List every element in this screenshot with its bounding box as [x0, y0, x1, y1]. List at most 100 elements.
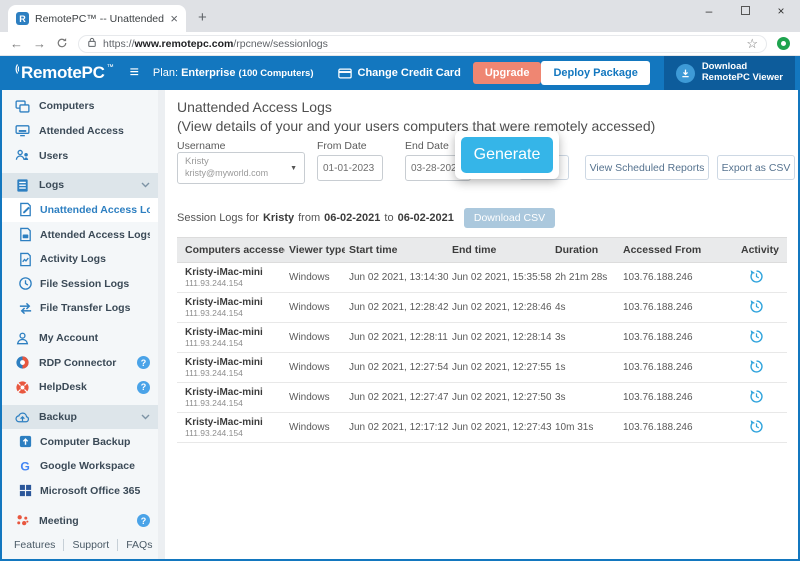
- window-maximize-button[interactable]: [736, 4, 754, 18]
- duration: 3s: [551, 383, 619, 413]
- activity-history-icon[interactable]: [749, 389, 764, 404]
- activity-history-icon[interactable]: [749, 329, 764, 344]
- sidebar-item-computers[interactable]: Computers: [2, 94, 158, 119]
- computer-name: Kristy-iMac-mini: [185, 357, 281, 368]
- sidebar-item-meeting[interactable]: Meeting ?: [2, 508, 158, 533]
- browser-tab[interactable]: R RemotePC™ -- Unattended Acce ×: [8, 5, 186, 32]
- footer-link-support[interactable]: Support: [64, 539, 118, 551]
- computer-ip: 111.93.244.154: [185, 428, 281, 438]
- session-summary: Session Logs for Kristy from 06-02-2021 …: [177, 208, 786, 228]
- download-viewer-button[interactable]: DownloadRemotePC Viewer: [664, 56, 795, 90]
- sidebar-item-attended-access[interactable]: Attended Access: [2, 119, 158, 144]
- reload-icon[interactable]: [56, 37, 68, 51]
- activity-history-icon[interactable]: [749, 359, 764, 374]
- helpdesk-icon: [15, 380, 30, 395]
- table-row[interactable]: Kristy-iMac-mini 111.93.244.154 Windows …: [177, 353, 787, 383]
- log-filter-form: Username Kristy kristy@myworld.com ▼ Fro…: [177, 140, 786, 198]
- start-time: Jun 02 2021, 12:28:11: [345, 323, 448, 353]
- sidebar-item-file-transfer-logs[interactable]: File Transfer Logs: [2, 296, 158, 321]
- sidebar-item-rdp-connector[interactable]: RDP Connector ?: [2, 350, 158, 375]
- sidebar-item-attended-access-logs[interactable]: Attended Access Logs: [2, 222, 158, 247]
- download-icon: [676, 64, 695, 83]
- deploy-package-button[interactable]: Deploy Package: [541, 61, 649, 85]
- help-icon[interactable]: ?: [137, 381, 150, 394]
- username-label: Username: [177, 140, 225, 152]
- duration: 3s: [551, 323, 619, 353]
- username-select[interactable]: Kristy kristy@myworld.com ▼: [177, 152, 305, 184]
- sidebar-item-file-session-logs[interactable]: File Session Logs: [2, 271, 158, 296]
- viewer-type: Windows: [285, 353, 345, 383]
- computer-ip: 111.93.244.154: [185, 278, 281, 288]
- col-activity: Activity: [737, 238, 787, 263]
- sidebar-item-helpdesk[interactable]: HelpDesk ?: [2, 375, 158, 400]
- table-row[interactable]: Kristy-iMac-mini 111.93.244.154 Windows …: [177, 323, 787, 353]
- computer-ip: 111.93.244.154: [185, 368, 281, 378]
- accessed-from: 103.76.188.246: [619, 413, 737, 443]
- generate-button[interactable]: Generate: [461, 137, 553, 173]
- start-time: Jun 02 2021, 12:17:12: [345, 413, 448, 443]
- sidebar: Computers Attended Access Users Logs Una…: [2, 90, 158, 559]
- sidebar-divider: [158, 90, 165, 559]
- end-time: Jun 02 2021, 12:27:55: [448, 353, 551, 383]
- computer-name: Kristy-iMac-mini: [185, 327, 281, 338]
- help-icon[interactable]: ?: [137, 514, 150, 527]
- tab-close-icon[interactable]: ×: [170, 12, 178, 25]
- lock-icon: [87, 37, 97, 51]
- sidebar-item-unattended-access-logs[interactable]: Unattended Access Logs: [2, 198, 158, 223]
- svg-text:G: G: [20, 460, 29, 474]
- sidebar-item-microsoft-office-365[interactable]: Microsoft Office 365: [2, 479, 158, 504]
- sidebar-item-computer-backup[interactable]: Computer Backup: [2, 429, 158, 454]
- window-minimize-button[interactable]: –: [700, 4, 718, 18]
- footer-link-faqs[interactable]: FAQs: [118, 539, 158, 551]
- menu-icon[interactable]: ≡: [130, 64, 139, 82]
- help-icon[interactable]: ?: [137, 356, 150, 369]
- end-date-label: End Date: [405, 140, 449, 152]
- new-tab-button[interactable]: +: [198, 9, 207, 26]
- table-row[interactable]: Kristy-iMac-mini 111.93.244.154 Windows …: [177, 293, 787, 323]
- activity-history-icon[interactable]: [749, 299, 764, 314]
- logs-icon: [15, 178, 30, 193]
- end-time: Jun 02 2021, 12:27:43: [448, 413, 551, 443]
- sidebar-group-backup[interactable]: Backup: [2, 405, 158, 430]
- accessed-from: 103.76.188.246: [619, 293, 737, 323]
- table-row[interactable]: Kristy-iMac-mini 111.93.244.154 Windows …: [177, 413, 787, 443]
- footer-link-features[interactable]: Features: [14, 539, 64, 551]
- bookmark-star-icon[interactable]: ☆: [746, 37, 758, 50]
- start-time: Jun 02 2021, 13:14:30: [345, 263, 448, 293]
- file-transfer-logs-icon: [18, 301, 33, 316]
- table-row[interactable]: Kristy-iMac-mini 111.93.244.154 Windows …: [177, 263, 787, 293]
- remotepc-logo: RemotePC ™: [10, 63, 114, 83]
- chevron-down-icon: [141, 182, 150, 188]
- meeting-icon: [15, 513, 30, 528]
- download-csv-button[interactable]: Download CSV: [464, 208, 555, 228]
- sidebar-item-google-workspace[interactable]: G Google Workspace: [2, 454, 158, 479]
- address-input[interactable]: https://www.remotepc.com/rpcnew/sessionl…: [78, 35, 767, 53]
- activity-history-icon[interactable]: [749, 419, 764, 434]
- generate-button-callout: Generate: [455, 131, 559, 179]
- activity-history-icon[interactable]: [749, 269, 764, 284]
- session-table-body: Kristy-iMac-mini 111.93.244.154 Windows …: [177, 263, 787, 443]
- sidebar-group-logs[interactable]: Logs: [2, 173, 158, 198]
- credit-card-icon: [338, 68, 352, 79]
- users-icon: [15, 148, 30, 163]
- window-close-button[interactable]: ×: [772, 4, 790, 18]
- sidebar-item-activity-logs[interactable]: Activity Logs: [2, 247, 158, 272]
- upgrade-button[interactable]: Upgrade: [473, 62, 542, 84]
- extension-icon[interactable]: [777, 37, 790, 50]
- from-date-input[interactable]: 01-01-2023: [317, 155, 383, 181]
- viewer-type: Windows: [285, 383, 345, 413]
- viewer-type: Windows: [285, 413, 345, 443]
- view-scheduled-reports-button[interactable]: View Scheduled Reports: [585, 155, 709, 180]
- change-credit-card-link[interactable]: Change Credit Card: [338, 67, 461, 79]
- table-row[interactable]: Kristy-iMac-mini 111.93.244.154 Windows …: [177, 383, 787, 413]
- start-time: Jun 02 2021, 12:27:47: [345, 383, 448, 413]
- viewer-type: Windows: [285, 263, 345, 293]
- sidebar-item-users[interactable]: Users: [2, 143, 158, 168]
- end-time: Jun 02 2021, 12:28:46: [448, 293, 551, 323]
- forward-icon[interactable]: →: [33, 37, 46, 50]
- computer-ip: 111.93.244.154: [185, 308, 281, 318]
- export-as-csv-button[interactable]: Export as CSV: [717, 155, 795, 180]
- tab-title: RemotePC™ -- Unattended Acce: [35, 13, 164, 25]
- back-icon[interactable]: ←: [10, 37, 23, 50]
- sidebar-item-my-account[interactable]: My Account: [2, 326, 158, 351]
